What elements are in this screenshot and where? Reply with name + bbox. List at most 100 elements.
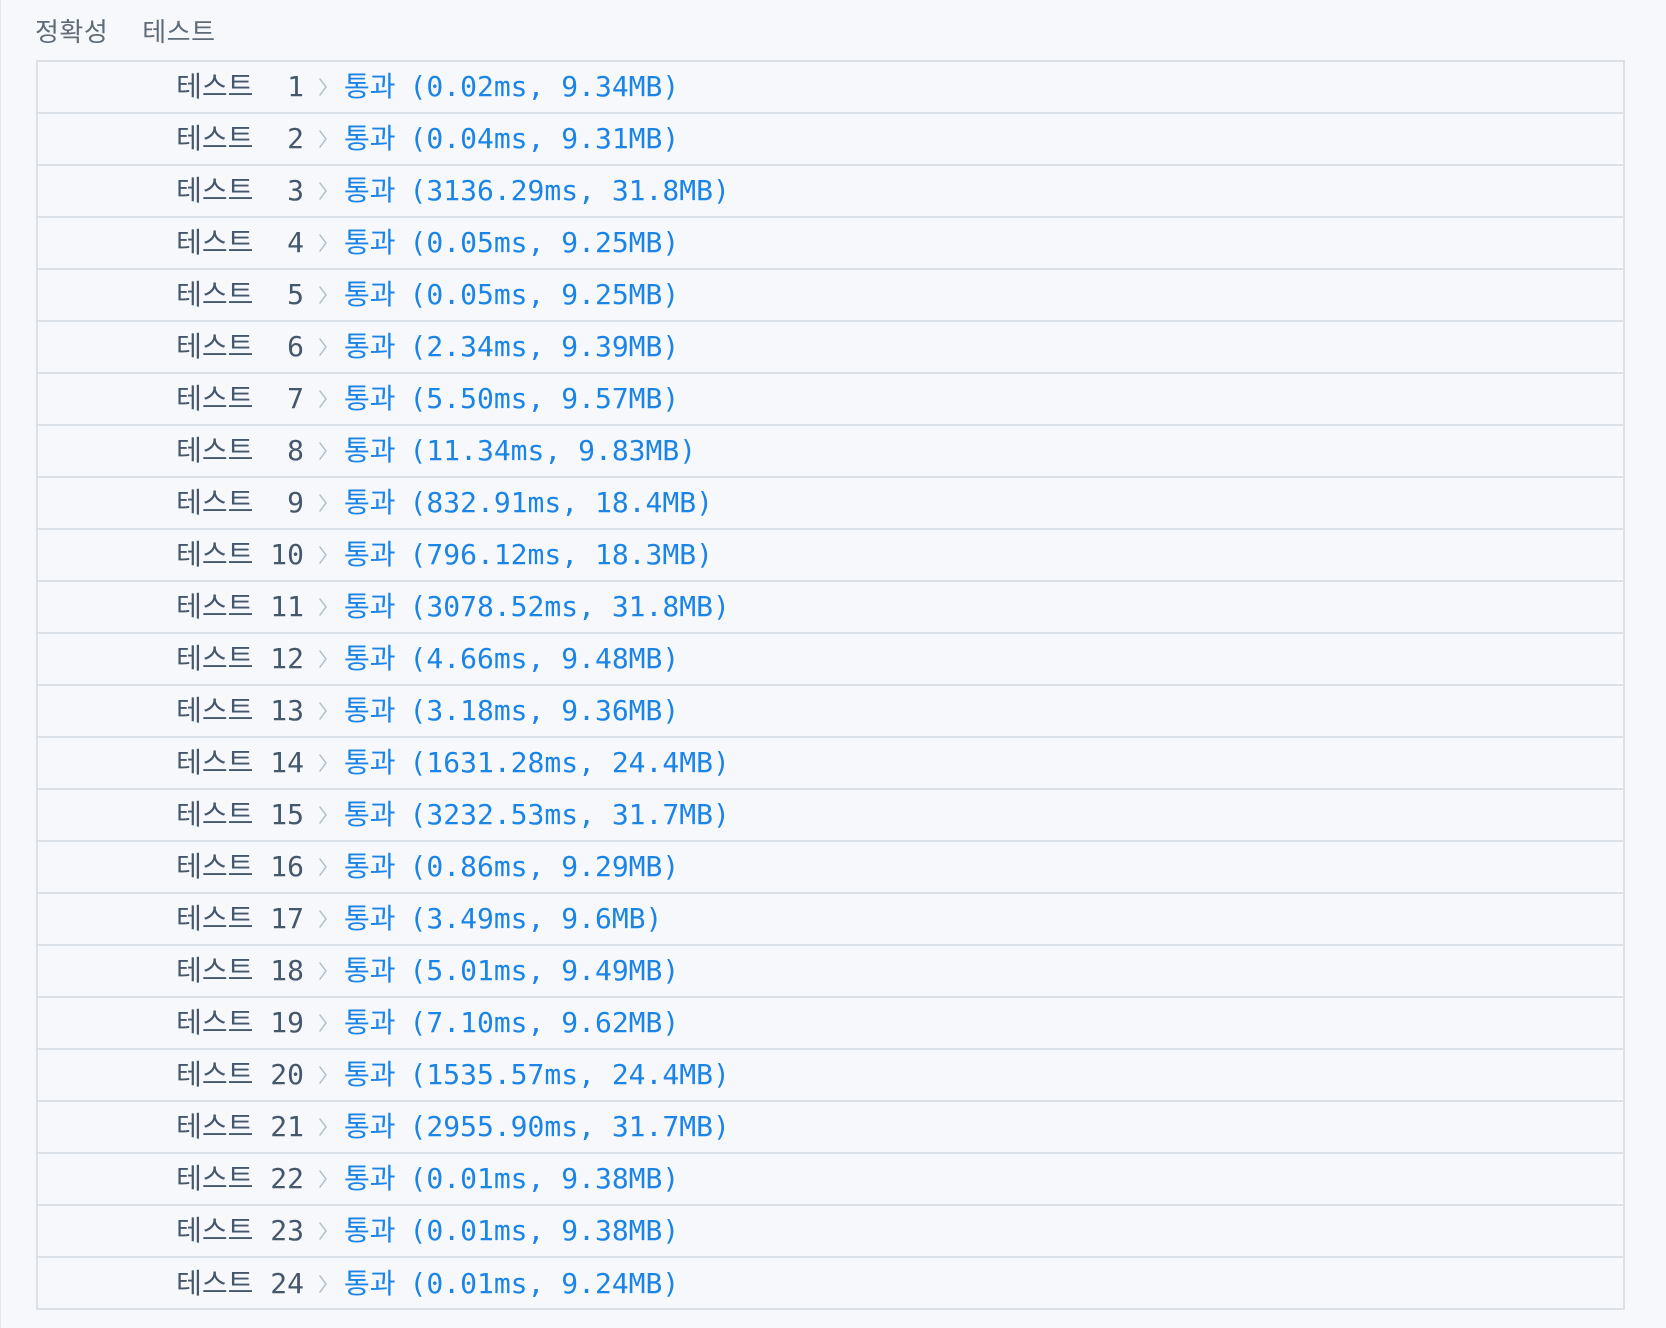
- test-label: 테스트 9: [176, 486, 304, 519]
- test-label: 테스트 19: [176, 1006, 304, 1039]
- test-result-row: 테스트 5 통과 (0.05ms, 9.25MB): [38, 270, 1623, 322]
- section-title-test: 테스트: [142, 17, 216, 48]
- pass-status: 통과: [344, 954, 396, 987]
- performance-metrics: (796.12ms, 18.3MB): [409, 538, 713, 571]
- test-label: 테스트 5: [176, 278, 304, 311]
- test-label: 테스트 10: [176, 538, 304, 571]
- test-label: 테스트 21: [176, 1110, 304, 1143]
- performance-metrics: (2.34ms, 9.39MB): [409, 330, 680, 363]
- performance-metrics: (11.34ms, 9.83MB): [409, 434, 697, 467]
- test-result-row: 테스트 9 통과 (832.91ms, 18.4MB): [38, 478, 1623, 530]
- test-label: 테스트 20: [176, 1058, 304, 1091]
- test-label: 테스트 24: [176, 1267, 304, 1300]
- chevron-right-icon: [310, 893, 336, 945]
- test-result-row: 테스트 7 통과 (5.50ms, 9.57MB): [38, 374, 1623, 426]
- pass-status: 통과: [344, 70, 396, 103]
- performance-metrics: (0.01ms, 9.38MB): [409, 1214, 680, 1247]
- pass-status: 통과: [344, 1214, 396, 1247]
- test-result-row: 테스트 20 통과 (1535.57ms, 24.4MB): [38, 1050, 1623, 1102]
- test-result-row: 테스트 11 통과 (3078.52ms, 31.8MB): [38, 582, 1623, 634]
- test-label: 테스트 1: [176, 70, 304, 103]
- pass-status: 통과: [344, 434, 396, 467]
- chevron-right-icon: [310, 165, 336, 217]
- test-label: 테스트 12: [176, 642, 304, 675]
- pass-status: 통과: [344, 1006, 396, 1039]
- performance-metrics: (4.66ms, 9.48MB): [409, 642, 680, 675]
- chevron-right-icon: [310, 997, 336, 1049]
- pass-status: 통과: [344, 590, 396, 623]
- test-result-row: 테스트 6 통과 (2.34ms, 9.39MB): [38, 322, 1623, 374]
- section-title-accuracy: 정확성: [35, 17, 109, 48]
- chevron-right-icon: [310, 477, 336, 529]
- pass-status: 통과: [344, 1162, 396, 1195]
- test-label: 테스트 2: [176, 122, 304, 155]
- chevron-right-icon: [310, 61, 336, 113]
- test-label: 테스트 11: [176, 590, 304, 623]
- chevron-right-icon: [310, 529, 336, 581]
- pass-status: 통과: [344, 798, 396, 831]
- test-result-row: 테스트 10 통과 (796.12ms, 18.3MB): [38, 530, 1623, 582]
- pass-status: 통과: [344, 538, 396, 571]
- test-result-row: 테스트 13 통과 (3.18ms, 9.36MB): [38, 686, 1623, 738]
- test-result-row: 테스트 17 통과 (3.49ms, 9.6MB): [38, 894, 1623, 946]
- performance-metrics: (5.01ms, 9.49MB): [409, 954, 680, 987]
- test-result-row: 테스트 23 통과 (0.01ms, 9.38MB): [38, 1206, 1623, 1258]
- pass-status: 통과: [344, 278, 396, 311]
- chevron-right-icon: [310, 581, 336, 633]
- performance-metrics: (3232.53ms, 31.7MB): [409, 798, 730, 831]
- test-result-row: 테스트 8 통과 (11.34ms, 9.83MB): [38, 426, 1623, 478]
- test-result-row: 테스트 18 통과 (5.01ms, 9.49MB): [38, 946, 1623, 998]
- chevron-right-icon: [310, 633, 336, 685]
- performance-metrics: (0.01ms, 9.38MB): [409, 1162, 680, 1195]
- pass-status: 통과: [344, 174, 396, 207]
- performance-metrics: (0.05ms, 9.25MB): [409, 278, 680, 311]
- pass-status: 통과: [344, 694, 396, 727]
- chevron-right-icon: [310, 217, 336, 269]
- chevron-right-icon: [310, 945, 336, 997]
- chevron-right-icon: [310, 685, 336, 737]
- test-label: 테스트 18: [176, 954, 304, 987]
- performance-metrics: (0.01ms, 9.24MB): [409, 1267, 680, 1300]
- test-label: 테스트 23: [176, 1214, 304, 1247]
- test-label: 테스트 3: [176, 174, 304, 207]
- accuracy-test-panel: 정확성 테스트 테스트 1 통과 (0.02ms, 9.34MB) 테스트 2 통과 (0…: [0, 0, 1666, 1328]
- pass-status: 통과: [344, 1058, 396, 1091]
- performance-metrics: (3.49ms, 9.6MB): [409, 902, 663, 935]
- performance-metrics: (1535.57ms, 24.4MB): [409, 1058, 730, 1091]
- pass-status: 통과: [344, 850, 396, 883]
- performance-metrics: (1631.28ms, 24.4MB): [409, 746, 730, 779]
- pass-status: 통과: [344, 902, 396, 935]
- pass-status: 통과: [344, 330, 396, 363]
- pass-status: 통과: [344, 1267, 396, 1300]
- chevron-right-icon: [310, 789, 336, 841]
- section-title: 정확성 테스트: [35, 10, 216, 50]
- test-result-row: 테스트 12 통과 (4.66ms, 9.48MB): [38, 634, 1623, 686]
- test-result-row: 테스트 22 통과 (0.01ms, 9.38MB): [38, 1154, 1623, 1206]
- test-label: 테스트 22: [176, 1162, 304, 1195]
- test-result-row: 테스트 1 통과 (0.02ms, 9.34MB): [38, 62, 1623, 114]
- chevron-right-icon: [310, 269, 336, 321]
- pass-status: 통과: [344, 746, 396, 779]
- chevron-right-icon: [310, 1205, 336, 1257]
- performance-metrics: (3136.29ms, 31.8MB): [409, 174, 730, 207]
- test-label: 테스트 7: [176, 382, 304, 415]
- test-result-row: 테스트 14 통과 (1631.28ms, 24.4MB): [38, 738, 1623, 790]
- performance-metrics: (0.86ms, 9.29MB): [409, 850, 680, 883]
- test-result-row: 테스트 24 통과 (0.01ms, 9.24MB): [38, 1258, 1623, 1310]
- test-label: 테스트 6: [176, 330, 304, 363]
- test-result-row: 테스트 15 통과 (3232.53ms, 31.7MB): [38, 790, 1623, 842]
- performance-metrics: (5.50ms, 9.57MB): [409, 382, 680, 415]
- test-label: 테스트 17: [176, 902, 304, 935]
- chevron-right-icon: [310, 321, 336, 373]
- pass-status: 통과: [344, 122, 396, 155]
- performance-metrics: (7.10ms, 9.62MB): [409, 1006, 680, 1039]
- test-label: 테스트 14: [176, 746, 304, 779]
- test-result-row: 테스트 21 통과 (2955.90ms, 31.7MB): [38, 1102, 1623, 1154]
- pass-status: 통과: [344, 382, 396, 415]
- test-result-row: 테스트 4 통과 (0.05ms, 9.25MB): [38, 218, 1623, 270]
- chevron-right-icon: [310, 1153, 336, 1205]
- chevron-right-icon: [310, 1258, 336, 1310]
- test-results-table: 테스트 1 통과 (0.02ms, 9.34MB) 테스트 2 통과 (0.04ms, 9…: [36, 60, 1625, 1310]
- performance-metrics: (2955.90ms, 31.7MB): [409, 1110, 730, 1143]
- chevron-right-icon: [310, 113, 336, 165]
